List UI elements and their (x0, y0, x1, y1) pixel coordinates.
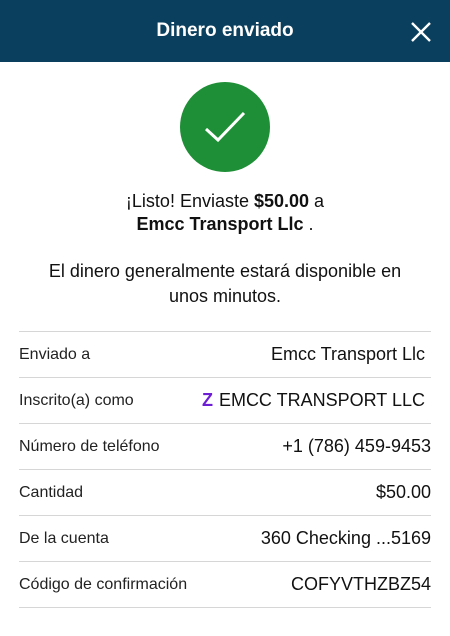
detail-value: 360 Checking ...5169 (260, 528, 431, 548)
detail-row-confirmation-code: Código de confirmación COFYVTHZBZ54 (19, 562, 431, 608)
detail-row-amount: Cantidad $50.00 (19, 470, 431, 516)
success-message: ¡Listo! Enviaste $50.00 a Emcc Transport… (0, 190, 450, 236)
success-indicator (0, 82, 450, 172)
detail-value: Emcc Transport Llc (270, 344, 425, 364)
details-list: Enviado a Emcc Transport Llc Inscrito(a)… (19, 331, 431, 608)
detail-value: EMCC TRANSPORT LLC (218, 390, 425, 410)
availability-note: El dinero generalmente estará disponible… (48, 261, 402, 306)
zelle-icon: Z (201, 390, 213, 410)
close-icon[interactable] (410, 21, 432, 43)
detail-value: COFYVTHZBZ54 (290, 574, 431, 594)
success-prefix: ¡Listo! Enviaste (125, 191, 254, 211)
detail-value: +1 (786) 459-9453 (282, 436, 431, 456)
app-header: Dinero enviado (0, 0, 450, 62)
success-connector: a (309, 191, 325, 211)
recipient-name: Emcc Transport Llc (136, 214, 304, 234)
detail-row-sent-to: Enviado a Emcc Transport Llc (19, 332, 431, 378)
page-title: Dinero enviado (156, 20, 294, 41)
detail-label: Enviado a (19, 345, 91, 363)
detail-label: Inscrito(a) como (19, 391, 134, 409)
detail-label: Número de teléfono (19, 437, 160, 455)
detail-value-wrap: Z EMCC TRANSPORT LLC (202, 390, 425, 411)
detail-row-phone: Número de teléfono +1 (786) 459-9453 (19, 424, 431, 470)
detail-label: Código de confirmación (19, 575, 188, 593)
sent-amount: $50.00 (253, 191, 310, 211)
detail-row-enrolled-as: Inscrito(a) como Z EMCC TRANSPORT LLC (19, 378, 431, 424)
success-suffix: . (303, 214, 314, 234)
detail-label: De la cuenta (19, 529, 109, 547)
checkmark-icon (180, 82, 270, 172)
detail-row-from-account: De la cuenta 360 Checking ...5169 (19, 516, 431, 562)
detail-label: Cantidad (19, 483, 84, 501)
detail-value: $50.00 (375, 482, 431, 502)
